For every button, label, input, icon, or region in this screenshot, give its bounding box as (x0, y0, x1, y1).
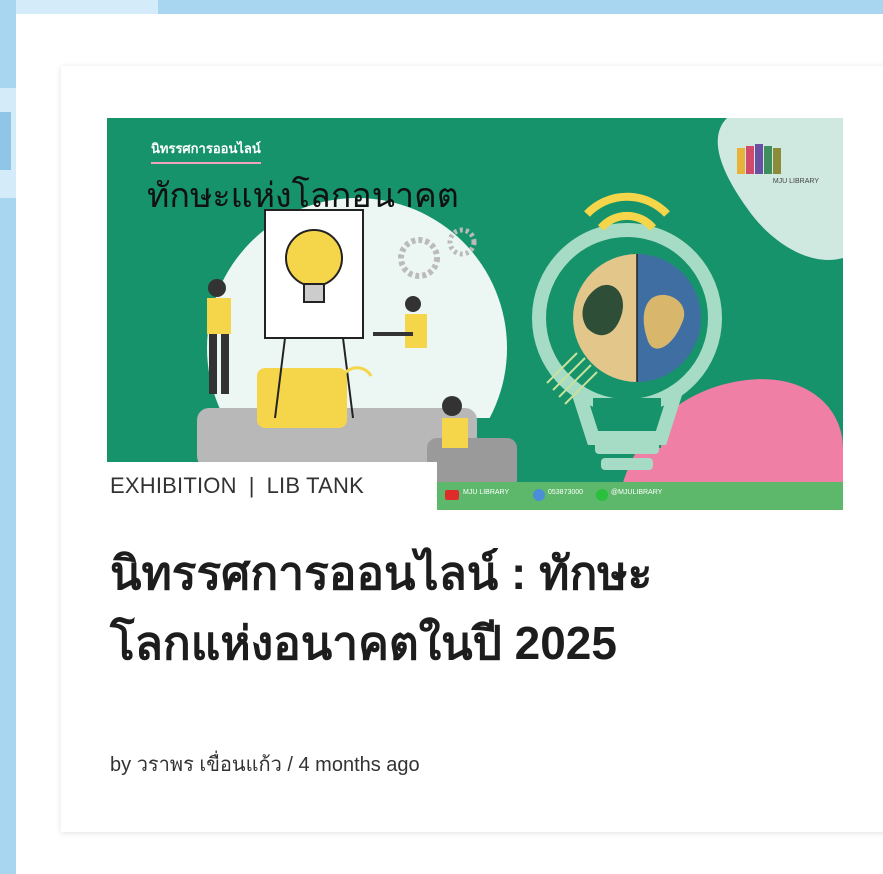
post-thumbnail[interactable]: นิทรรศการออนไลน์ ทักษะแห่งโลกอนาคต MJU L… (107, 118, 843, 510)
category-link-exhibition[interactable]: EXHIBITION (110, 473, 237, 499)
thumbnail-small-title: นิทรรศการออนไลน์ (151, 138, 261, 164)
thumbnail-brand-text: MJU LIBRARY (772, 178, 819, 185)
thumbnail-footer-phone: 053873000 (548, 489, 584, 496)
post-title-line-1: นิทรรศการออนไลน์ : ทักษะ (110, 547, 653, 599)
meta-by-label: by (110, 754, 132, 776)
meta-separator: / (287, 754, 293, 776)
thumbnail-footer-youtube: MJU LIBRARY (463, 489, 510, 496)
author-link[interactable]: วราพร เขื่อนแก้ว (137, 754, 282, 776)
thumbnail-big-title: ทักษะแห่งโลกอนาคต (147, 177, 459, 215)
thumbnail-footer-line: @MJULIBRARY (611, 489, 663, 496)
post-categories: EXHIBITION | LIB TANK (107, 462, 437, 510)
post-date: 4 months ago (298, 754, 420, 776)
post-title-line-2: โลกแห่งอนาคตในปี 2025 (110, 617, 617, 669)
page-background-left-accent-dark (0, 112, 11, 170)
category-separator: | (248, 473, 255, 498)
page-background-top-accent (0, 0, 158, 14)
post-title-link[interactable]: นิทรรศการออนไลน์ : ทักษะ โลกแห่งอนาคตในป… (110, 538, 830, 678)
category-link-lib-tank[interactable]: LIB TANK (267, 473, 364, 499)
post-meta: by วราพร เขื่อนแก้ว / 4 months ago (110, 748, 420, 780)
